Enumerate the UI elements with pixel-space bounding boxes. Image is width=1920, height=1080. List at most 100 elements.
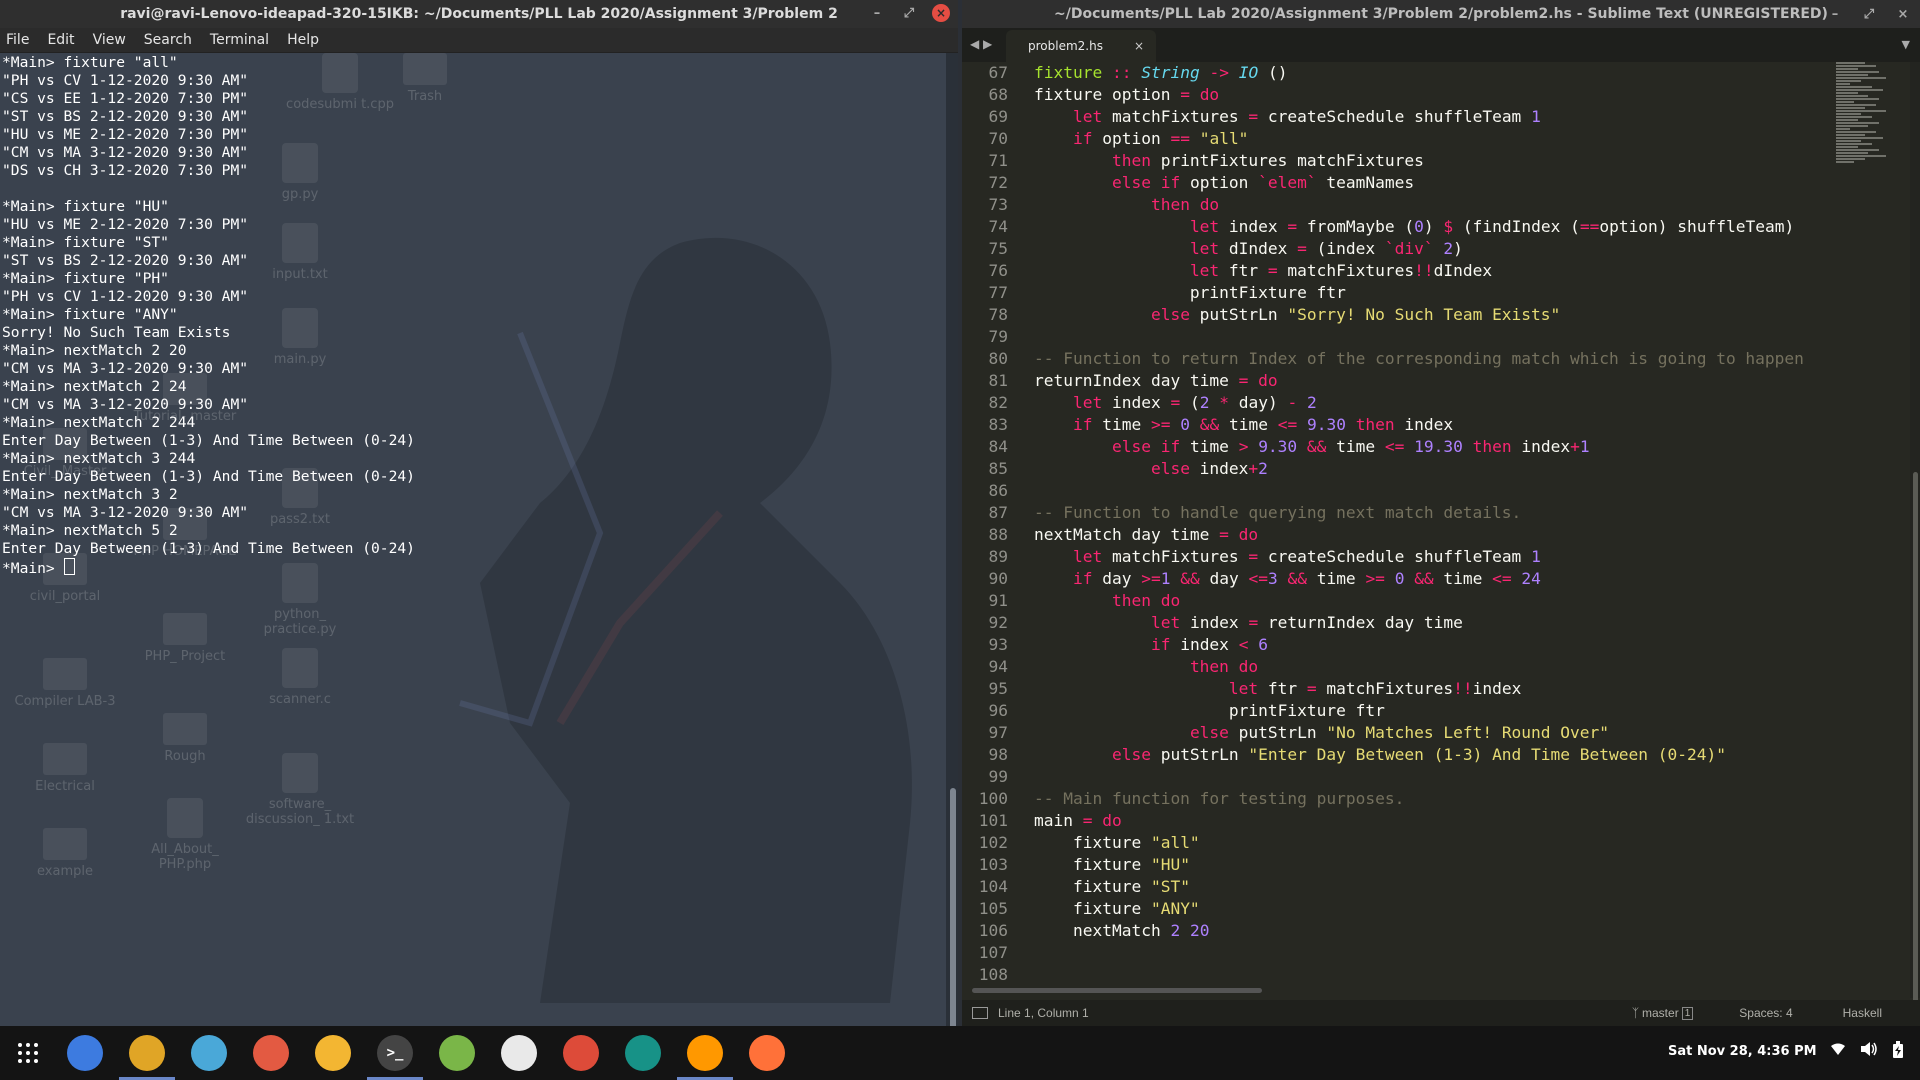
terminal-scrollbar[interactable] (946, 53, 958, 1026)
terminal-line: "HU vs ME 2-12-2020 7:30 PM" (2, 216, 249, 233)
git-branch[interactable]: master (1642, 1006, 1679, 1020)
editor-vertical-scrollbar[interactable] (1910, 62, 1920, 1022)
terminal-titlebar[interactable]: ravi@ravi-Lenovo-ideapad-320-15IKB: ~/Do… (0, 0, 958, 28)
app-grid-icon[interactable] (8, 1033, 48, 1073)
minimap-line (1836, 107, 1865, 109)
menu-edit[interactable]: Edit (47, 32, 74, 48)
tab-bar: ◀ ▶ problem2.hs × ▼ (962, 28, 1920, 62)
desktop-icon-label: Rough (164, 749, 206, 764)
line-number: 104 (978, 877, 1008, 896)
terminal-line: *Main> fixture "HU" (2, 198, 169, 215)
battery-icon[interactable] (1892, 1041, 1904, 1059)
close-button[interactable]: × (1894, 5, 1912, 23)
tab-nav-arrows-icon[interactable]: ◀ ▶ (970, 37, 992, 51)
code-line: let ftr = matchFixtures!!index (1228, 679, 1522, 698)
close-button[interactable]: × (932, 4, 950, 22)
desktop-icon-label: Compiler LAB-3 (14, 694, 116, 709)
code-line: nextMatch day time = do (1034, 525, 1259, 544)
minimap-line (1836, 62, 1865, 64)
editor-title: ~/Documents/PLL Lab 2020/Assignment 3/Pr… (1054, 6, 1828, 22)
volume-icon[interactable] (1860, 1041, 1878, 1057)
terminal-menubar: File Edit View Search Terminal Help (0, 28, 958, 53)
terminal-window[interactable]: ravi@ravi-Lenovo-ideapad-320-15IKB: ~/Do… (0, 0, 958, 1026)
git-branch-icon: ᛉ (1631, 1006, 1640, 1020)
clock[interactable]: Sat Nov 28, 4:36 PM (1668, 1044, 1817, 1059)
terminal-prompt-line[interactable]: *Main> (2, 558, 415, 578)
code-line: else if option `elem` teamNames (1111, 173, 1415, 192)
line-number: 107 (978, 943, 1008, 962)
terminal-content[interactable]: codesubmi t.cpp Trash gp.py input.txt main.p… (0, 53, 946, 1026)
atom-icon[interactable] (499, 1033, 539, 1073)
line-number: 67 (988, 63, 1009, 82)
line-number: 98 (988, 745, 1009, 764)
panel-toggle-icon[interactable] (972, 1007, 988, 1019)
terminal-line: "ST vs BS 2-12-2020 9:30 AM" (2, 108, 249, 125)
code-line: -- Function to return Index of the corre… (1034, 349, 1804, 368)
software-icon[interactable] (251, 1033, 291, 1073)
files-icon[interactable] (119, 1033, 175, 1080)
minimize-button[interactable]: – (868, 4, 886, 22)
desktop-icon: example (10, 828, 120, 879)
line-number: 78 (988, 305, 1009, 324)
editor-titlebar[interactable]: ~/Documents/PLL Lab 2020/Assignment 3/Pr… (962, 0, 1920, 28)
sublime-text-icon[interactable] (677, 1033, 733, 1080)
desktop-icon: Electrical (10, 743, 120, 794)
menu-view[interactable]: View (93, 32, 126, 48)
line-number: 89 (988, 547, 1009, 566)
code-line: else if time > 9.30 && time <= 19.30 the… (1111, 437, 1590, 456)
desktop-icon-label: civil_portal (29, 589, 101, 604)
folder-icon (43, 828, 87, 860)
menu-terminal[interactable]: Terminal (210, 32, 269, 48)
menu-search[interactable]: Search (144, 32, 192, 48)
editor-scroll-thumb[interactable] (1913, 472, 1918, 1022)
cursor-position[interactable]: Line 1, Column 1 (998, 1006, 1089, 1020)
line-number-gutter: 67 68 69 70 71 72 73 74 75 76 77 78 79 80 81 82 83 84 85 86… (962, 62, 1008, 986)
line-number: 103 (978, 855, 1008, 874)
minimap-line (1836, 113, 1862, 115)
line-number: 83 (988, 415, 1009, 434)
syntax-selector[interactable]: Haskell (1843, 1006, 1882, 1020)
android-studio-icon[interactable] (437, 1033, 477, 1073)
minimize-button[interactable]: – (1826, 5, 1844, 23)
firefox-icon[interactable] (747, 1033, 787, 1073)
tab-problem2[interactable]: problem2.hs × (1006, 30, 1156, 62)
line-number: 75 (988, 239, 1009, 258)
terminal-icon[interactable]: >_ (367, 1033, 423, 1080)
code-line: let index = returnIndex day time (1150, 613, 1463, 632)
code-line: fixture "HU" (1034, 855, 1190, 874)
menu-file[interactable]: File (6, 32, 29, 48)
line-number: 69 (988, 107, 1009, 126)
media-player-icon[interactable] (313, 1033, 353, 1073)
tab-close-icon[interactable]: × (1134, 39, 1144, 53)
chrome-icon[interactable] (561, 1033, 601, 1073)
minimap-line (1836, 131, 1876, 133)
editor-horizontal-scrollbar[interactable] (962, 988, 1840, 996)
wifi-icon[interactable] (1830, 1041, 1846, 1057)
maximize-button[interactable]: ⤢ (900, 4, 918, 22)
settings-icon[interactable] (189, 1033, 229, 1073)
editor-hscroll-thumb[interactable] (972, 988, 1262, 993)
terminal-line: Enter Day Between (1-3) And Time Between… (2, 432, 415, 449)
line-number: 106 (978, 921, 1008, 940)
line-number: 87 (988, 503, 1009, 522)
tasks-icon[interactable] (65, 1033, 105, 1073)
line-number: 101 (978, 811, 1008, 830)
indentation-setting[interactable]: Spaces: 4 (1739, 1006, 1792, 1020)
code-line: let matchFixtures = createSchedule shuff… (1072, 107, 1541, 126)
code-line: if day >=1 && day <=3 && time >= 0 && ti… (1072, 569, 1541, 588)
minimap-line (1836, 110, 1887, 112)
minimap-line (1836, 77, 1887, 79)
minimap-line (1836, 86, 1872, 88)
menu-help[interactable]: Help (287, 32, 319, 48)
terminal-output[interactable]: *Main> fixture "all" "PH vs CV 1-12-2020 … (2, 54, 415, 578)
editor-window[interactable]: ~/Documents/PLL Lab 2020/Assignment 3/Pr… (962, 0, 1920, 1026)
gitkraken-icon[interactable] (623, 1033, 663, 1073)
code-area[interactable]: fixture :: String -> IO () fixture optio… (1034, 62, 1804, 964)
maximize-button[interactable]: ⤢ (1860, 5, 1878, 23)
terminal-scroll-thumb[interactable] (950, 788, 956, 1026)
tab-menu-icon[interactable]: ▼ (1902, 38, 1910, 51)
minimap[interactable] (1836, 62, 1908, 276)
line-number: 73 (988, 195, 1009, 214)
code-line: printFixture ftr (1034, 283, 1346, 302)
desktop-icon-label: PHP_ Project (144, 649, 226, 664)
